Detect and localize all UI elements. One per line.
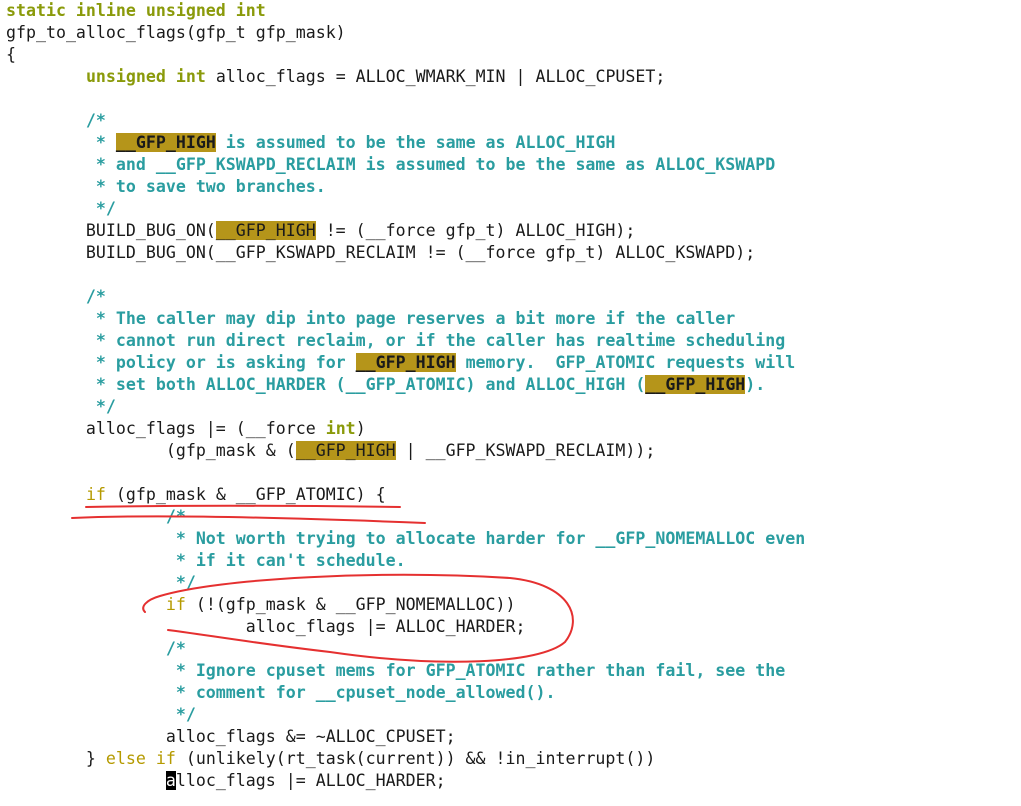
code-token: != (__force gfp_t) ALLOC_HIGH); (315, 221, 636, 240)
code-line[interactable]: alloc_flags |= (__force int) (6, 418, 805, 440)
code-token: lloc_flags |= ALLOC_HARDER; (175, 771, 446, 790)
comment-text: * comment for __cpuset_node_allowed(). (6, 683, 556, 702)
comment-text: * cannot run direct reclaim, or if the c… (6, 331, 786, 350)
code-token: alloc_flags |= ALLOC_HARDER; (6, 617, 526, 636)
comment-text: */ (6, 705, 196, 724)
code-token: (gfp_mask & __GFP_ATOMIC) { (105, 485, 386, 504)
comment-text: /* (6, 287, 106, 306)
comment-text: * and __GFP_KSWAPD_RECLAIM is assumed to… (6, 155, 776, 174)
code-token: BUILD_BUG_ON( (6, 221, 216, 240)
code-line[interactable]: */ (6, 704, 805, 726)
code-line[interactable]: * and __GFP_KSWAPD_RECLAIM is assumed to… (6, 154, 805, 176)
comment-text: */ (6, 199, 116, 218)
keyword-token: int (325, 419, 356, 438)
keyword-token: unsigned int (85, 67, 206, 86)
comment-text: * set both ALLOC_HARDER (__GFP_ATOMIC) a… (6, 375, 646, 394)
code-token: (gfp_mask & ( (6, 441, 296, 460)
code-line[interactable]: if (gfp_mask & __GFP_ATOMIC) { (6, 484, 805, 506)
comment-text: */ (6, 397, 116, 416)
comment-text: * if it can't schedule. (6, 551, 406, 570)
comment-text: /* (6, 639, 186, 658)
code-line[interactable]: * Ignore cpuset mems for GFP_ATOMIC rath… (6, 660, 805, 682)
search-highlight: __GFP_HIGH (645, 375, 746, 394)
code-token: ) (355, 419, 366, 438)
code-line[interactable]: * Not worth trying to allocate harder fo… (6, 528, 805, 550)
code-token: alloc_flags = ALLOC_WMARK_MIN | ALLOC_CP… (205, 67, 666, 86)
code-line[interactable]: * cannot run direct reclaim, or if the c… (6, 330, 805, 352)
code-token: alloc_flags |= (__force (6, 419, 326, 438)
comment-text: /* (6, 507, 186, 526)
code-token: | __GFP_KSWAPD_RECLAIM)); (395, 441, 656, 460)
comment-text: * to save two branches. (6, 177, 326, 196)
code-token: } (6, 749, 106, 768)
keyword-token: if (85, 485, 106, 504)
code-line[interactable]: */ (6, 572, 805, 594)
code-token: gfp_to_alloc_flags(gfp_t gfp_mask) (6, 23, 346, 42)
code-line[interactable]: { (6, 44, 805, 66)
code-line[interactable]: /* (6, 110, 805, 132)
code-token: (!(gfp_mask & __GFP_NOMEMALLOC)) (185, 595, 516, 614)
code-token: alloc_flags &= ~ALLOC_CPUSET; (6, 727, 456, 746)
comment-text: * (6, 133, 116, 152)
code-line[interactable]: BUILD_BUG_ON(__GFP_HIGH != (__force gfp_… (6, 220, 805, 242)
code-line[interactable]: /* (6, 638, 805, 660)
code-line[interactable]: BUILD_BUG_ON(__GFP_KSWAPD_RECLAIM != (__… (6, 242, 805, 264)
comment-text: * Not worth trying to allocate harder fo… (6, 529, 806, 548)
code-line[interactable]: gfp_to_alloc_flags(gfp_t gfp_mask) (6, 22, 805, 44)
code-line[interactable]: /* (6, 506, 805, 528)
search-highlight: __GFP_HIGH (295, 441, 396, 460)
comment-text: * Ignore cpuset mems for GFP_ATOMIC rath… (6, 661, 786, 680)
comment-text: * policy or is asking for (6, 353, 356, 372)
code-line[interactable]: * __GFP_HIGH is assumed to be the same a… (6, 132, 805, 154)
code-line[interactable]: * The caller may dip into page reserves … (6, 308, 805, 330)
comment-text: */ (6, 573, 196, 592)
code-line[interactable]: unsigned int alloc_flags = ALLOC_WMARK_M… (6, 66, 805, 88)
code-line[interactable]: * to save two branches. (6, 176, 805, 198)
keyword-token: else if (105, 749, 176, 768)
code-editor[interactable]: static inline unsigned int gfp_to_alloc_f… (6, 0, 805, 792)
search-highlight: __GFP_HIGH (355, 353, 456, 372)
keyword-token: static inline unsigned int (6, 1, 266, 20)
code-line[interactable]: * comment for __cpuset_node_allowed(). (6, 682, 805, 704)
search-highlight: __GFP_HIGH (115, 133, 216, 152)
text-cursor: a (165, 771, 176, 790)
comment-text: is assumed to be the same as ALLOC_HIGH (215, 133, 616, 152)
code-line[interactable]: if (!(gfp_mask & __GFP_NOMEMALLOC)) (6, 594, 805, 616)
code-line[interactable]: */ (6, 198, 805, 220)
code-line[interactable]: * policy or is asking for __GFP_HIGH mem… (6, 352, 805, 374)
code-line[interactable]: * set both ALLOC_HARDER (__GFP_ATOMIC) a… (6, 374, 805, 396)
comment-text: ). (745, 375, 766, 394)
code-token: { (6, 45, 16, 64)
code-token: (unlikely(rt_task(current)) && !in_inter… (175, 749, 656, 768)
comment-text: memory. GFP_ATOMIC requests will (455, 353, 796, 372)
code-line[interactable]: (gfp_mask & (__GFP_HIGH | __GFP_KSWAPD_R… (6, 440, 805, 462)
code-line[interactable]: alloc_flags |= ALLOC_HARDER; (6, 616, 805, 638)
search-highlight: __GFP_HIGH (215, 221, 316, 240)
code-line[interactable]: * if it can't schedule. (6, 550, 805, 572)
code-line[interactable]: /* (6, 286, 805, 308)
code-line[interactable] (6, 462, 805, 484)
code-line[interactable]: */ (6, 396, 805, 418)
keyword-token: if (165, 595, 186, 614)
code-line[interactable] (6, 264, 805, 286)
comment-text: /* (6, 111, 106, 130)
code-line[interactable]: } else if (unlikely(rt_task(current)) &&… (6, 748, 805, 770)
code-line[interactable] (6, 88, 805, 110)
code-token: BUILD_BUG_ON(__GFP_KSWAPD_RECLAIM != (__… (6, 243, 756, 262)
code-line[interactable]: static inline unsigned int (6, 0, 805, 22)
comment-text: * The caller may dip into page reserves … (6, 309, 736, 328)
code-line[interactable]: alloc_flags |= ALLOC_HARDER; (6, 770, 805, 792)
code-line[interactable]: alloc_flags &= ~ALLOC_CPUSET; (6, 726, 805, 748)
